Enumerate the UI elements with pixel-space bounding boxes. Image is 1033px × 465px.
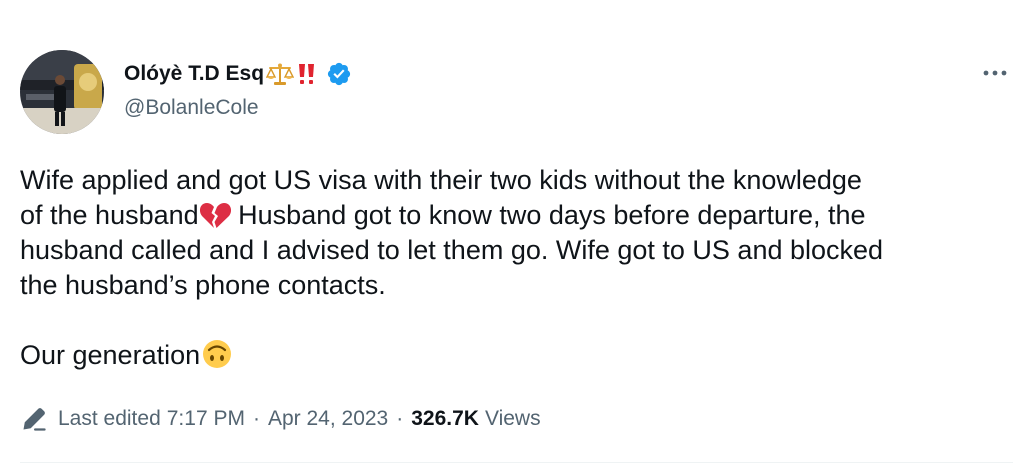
- tweet-text: Wife applied and got US visa with their …: [20, 163, 1010, 373]
- author-handle[interactable]: @BolanleCole: [124, 96, 352, 120]
- double-exclamation-emoji-icon: [296, 62, 318, 86]
- tweet-line-5-text: Our generation: [20, 340, 201, 370]
- tweet-line-3: husband called and I advised to let them…: [20, 235, 884, 265]
- name-row: Olóyè T.D Esq: [124, 60, 352, 88]
- more-horizontal-icon: [983, 70, 1007, 76]
- tweet-line-5: Our generation: [20, 338, 1010, 373]
- meta-separator: ·: [396, 407, 404, 430]
- views-label: Views: [484, 407, 541, 430]
- last-edited-label[interactable]: Last edited: [58, 407, 161, 431]
- tweet-time[interactable]: 7:17 PM: [167, 407, 245, 431]
- scales-emoji-icon: [266, 62, 295, 86]
- tweet-date[interactable]: Apr 24, 2023: [268, 407, 388, 431]
- tweet-line-2-start: of the husband: [20, 200, 199, 230]
- display-name[interactable]: Olóyè T.D Esq: [124, 62, 264, 86]
- tweet-line-4: the husband’s phone contacts.: [20, 270, 386, 300]
- views-count: 326.7K: [411, 407, 479, 430]
- verified-badge-icon[interactable]: [326, 61, 352, 87]
- author-block: Olóyè T.D Esq @BolanleCole: [124, 60, 352, 120]
- divider: [20, 462, 1013, 463]
- author-avatar[interactable]: [20, 50, 104, 134]
- tweet-meta: Last edited 7:17 PM · Apr 24, 2023 · 326…: [20, 404, 541, 434]
- upside-down-face-emoji-icon: [200, 339, 234, 378]
- tweet-line-2-end: Husband got to know two days before depa…: [230, 200, 866, 230]
- pencil-icon[interactable]: [20, 405, 48, 433]
- tweet: Olóyè T.D Esq @BolanleCole Wife applied …: [0, 0, 1033, 465]
- more-options-button[interactable]: [978, 58, 1012, 88]
- tweet-line-1: Wife applied and got US visa with their …: [20, 165, 862, 195]
- meta-separator: ·: [252, 407, 260, 430]
- tweet-line-2: of the husband Husband got to know two d…: [20, 198, 1010, 233]
